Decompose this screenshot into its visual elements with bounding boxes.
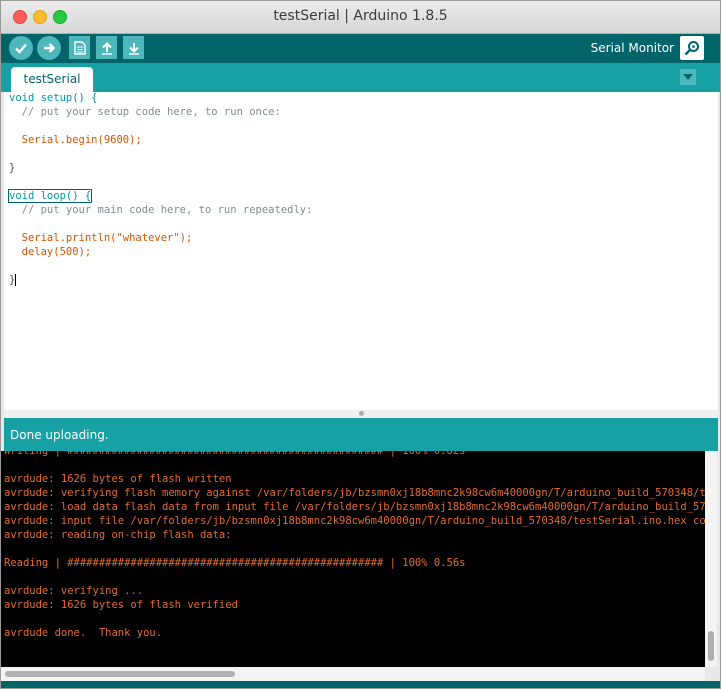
arduino-window: testSerial | Arduino 1.8.5 Serial Monito…	[0, 0, 721, 689]
console-line: avrdude: verifying flash memory against …	[4, 487, 705, 499]
text-caret	[15, 274, 17, 286]
code-line: void setup() {	[9, 92, 98, 106]
console-line: avrdude: 1626 bytes of flash verified	[4, 599, 238, 611]
console-line: avrdude: verifying ...	[4, 585, 144, 597]
serial-monitor-button[interactable]	[680, 36, 704, 60]
console-horizontal-scrollbar[interactable]	[1, 667, 705, 681]
resize-grip-icon[interactable]	[359, 411, 364, 416]
console-line: avrdude: input file /var/folders/jb/bzsm…	[4, 515, 705, 527]
code-token: delay(500);	[9, 246, 92, 258]
code-line: Serial.begin(9600);	[9, 134, 142, 148]
console-line: avrdude: 1626 bytes of flash written	[4, 473, 232, 485]
editor-console-divider[interactable]	[4, 410, 718, 418]
magnifier-icon	[684, 41, 699, 56]
check-icon	[15, 43, 27, 54]
code-token: // put your main code here, to run repea…	[9, 204, 313, 216]
chevron-down-icon	[683, 74, 693, 80]
arrow-down-icon	[128, 42, 139, 55]
console-output[interactable]: Writing | ##############################…	[1, 451, 705, 667]
serial-monitor-label: Serial Monitor	[590, 41, 674, 55]
footer-bar	[1, 681, 720, 688]
horizontal-scroll-thumb[interactable]	[5, 671, 235, 677]
tab-bar: testSerial	[1, 63, 720, 92]
save-sketch-button[interactable]	[123, 36, 144, 59]
code-line: void loop() {	[7, 189, 93, 204]
console-line: avrdude done. Thank you.	[4, 627, 163, 639]
code-editor[interactable]: void setup() { // put your setup code he…	[4, 92, 718, 410]
code-token: void setup() {	[9, 92, 98, 104]
vertical-scroll-thumb[interactable]	[708, 631, 714, 661]
code-token: Serial.begin(9600);	[9, 134, 142, 146]
code-token: // put your setup code here, to run once…	[9, 106, 281, 118]
code-line: // put your setup code here, to run once…	[9, 106, 281, 120]
code-line: // put your main code here, to run repea…	[9, 204, 313, 218]
file-icon	[73, 40, 86, 55]
console-line: avrdude: reading on-chip flash data:	[4, 529, 232, 541]
upload-button[interactable]	[37, 36, 61, 60]
console-line: avrdude: load data flash data from input…	[4, 501, 705, 513]
new-sketch-button[interactable]	[69, 36, 90, 59]
code-token: void loop() {	[7, 189, 93, 203]
code-line: Serial.println("whatever");	[9, 232, 193, 246]
arrow-up-icon	[101, 41, 112, 55]
console-line: Writing | ##############################…	[4, 451, 466, 457]
window-title: testSerial | Arduino 1.8.5	[273, 8, 448, 24]
console-vertical-scrollbar[interactable]	[705, 451, 717, 667]
code-token: Serial.println("whatever");	[9, 232, 193, 244]
open-sketch-button[interactable]	[96, 36, 117, 59]
code-line: }	[9, 274, 17, 288]
console-line: Reading | ##############################…	[4, 557, 466, 569]
toolbar: Serial Monitor	[1, 34, 720, 63]
tab-menu-button[interactable]	[680, 69, 696, 85]
status-bar: Done uploading.	[4, 418, 718, 451]
code-line: delay(500);	[9, 246, 92, 260]
title-bar: testSerial | Arduino 1.8.5	[1, 1, 720, 34]
code-line: }	[9, 162, 16, 174]
tab-testserial[interactable]: testSerial	[11, 67, 93, 92]
arrow-right-icon	[44, 43, 56, 53]
verify-button[interactable]	[9, 36, 33, 60]
